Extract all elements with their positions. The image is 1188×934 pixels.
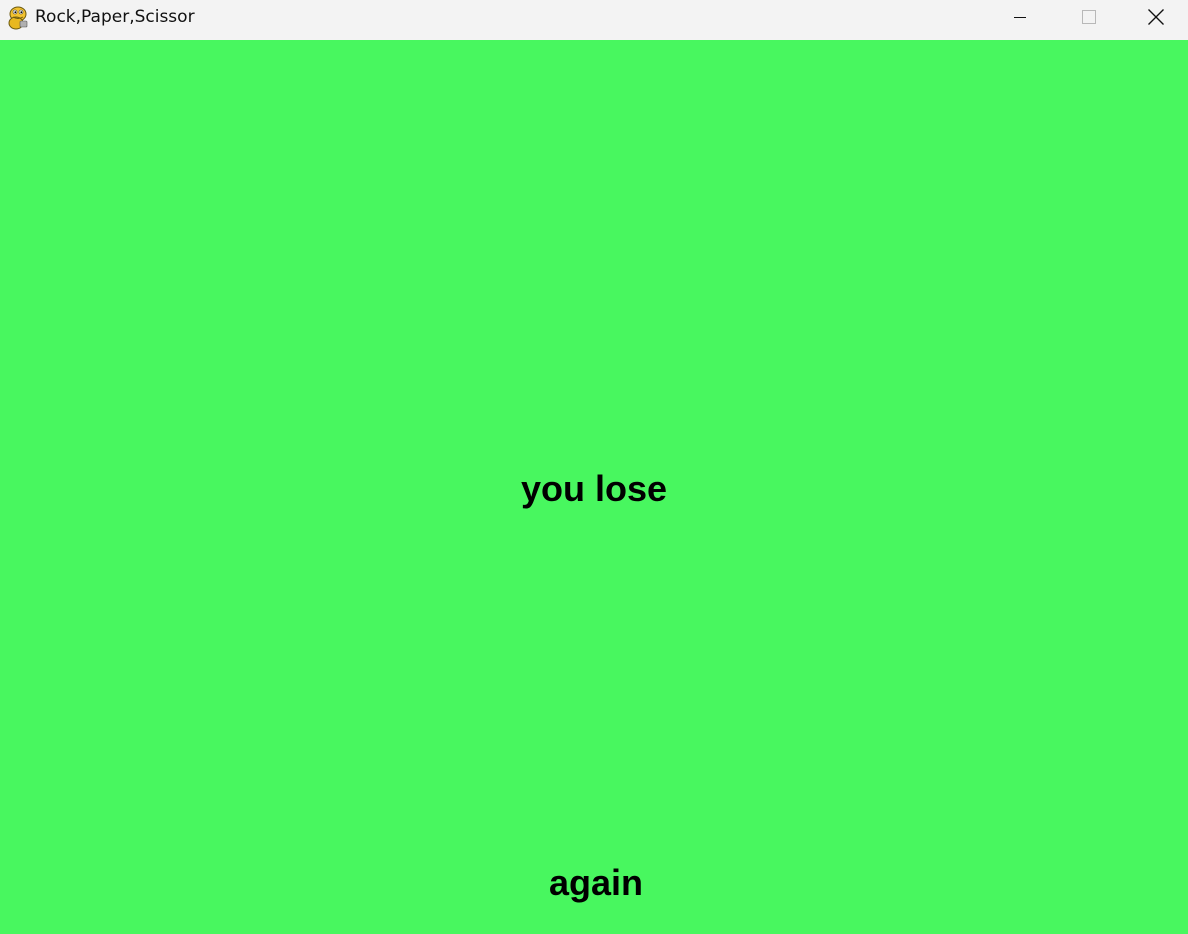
maximize-icon [1081,9,1097,25]
window-title: Rock,Paper,Scissor [35,7,195,27]
title-bar[interactable]: Rock,Paper,Scissor [0,0,1188,40]
again-button[interactable]: again [494,860,698,906]
pygame-snake-icon [7,6,29,30]
close-button[interactable] [1124,0,1188,34]
minimize-icon [1012,9,1028,25]
minimize-button[interactable] [985,0,1055,34]
maximize-button[interactable] [1054,0,1124,34]
app-window: Rock,Paper,Scissor you lose again [0,0,1188,934]
close-icon [1147,8,1165,26]
result-message: you lose [520,468,668,509]
game-canvas[interactable]: you lose again [0,40,1188,934]
